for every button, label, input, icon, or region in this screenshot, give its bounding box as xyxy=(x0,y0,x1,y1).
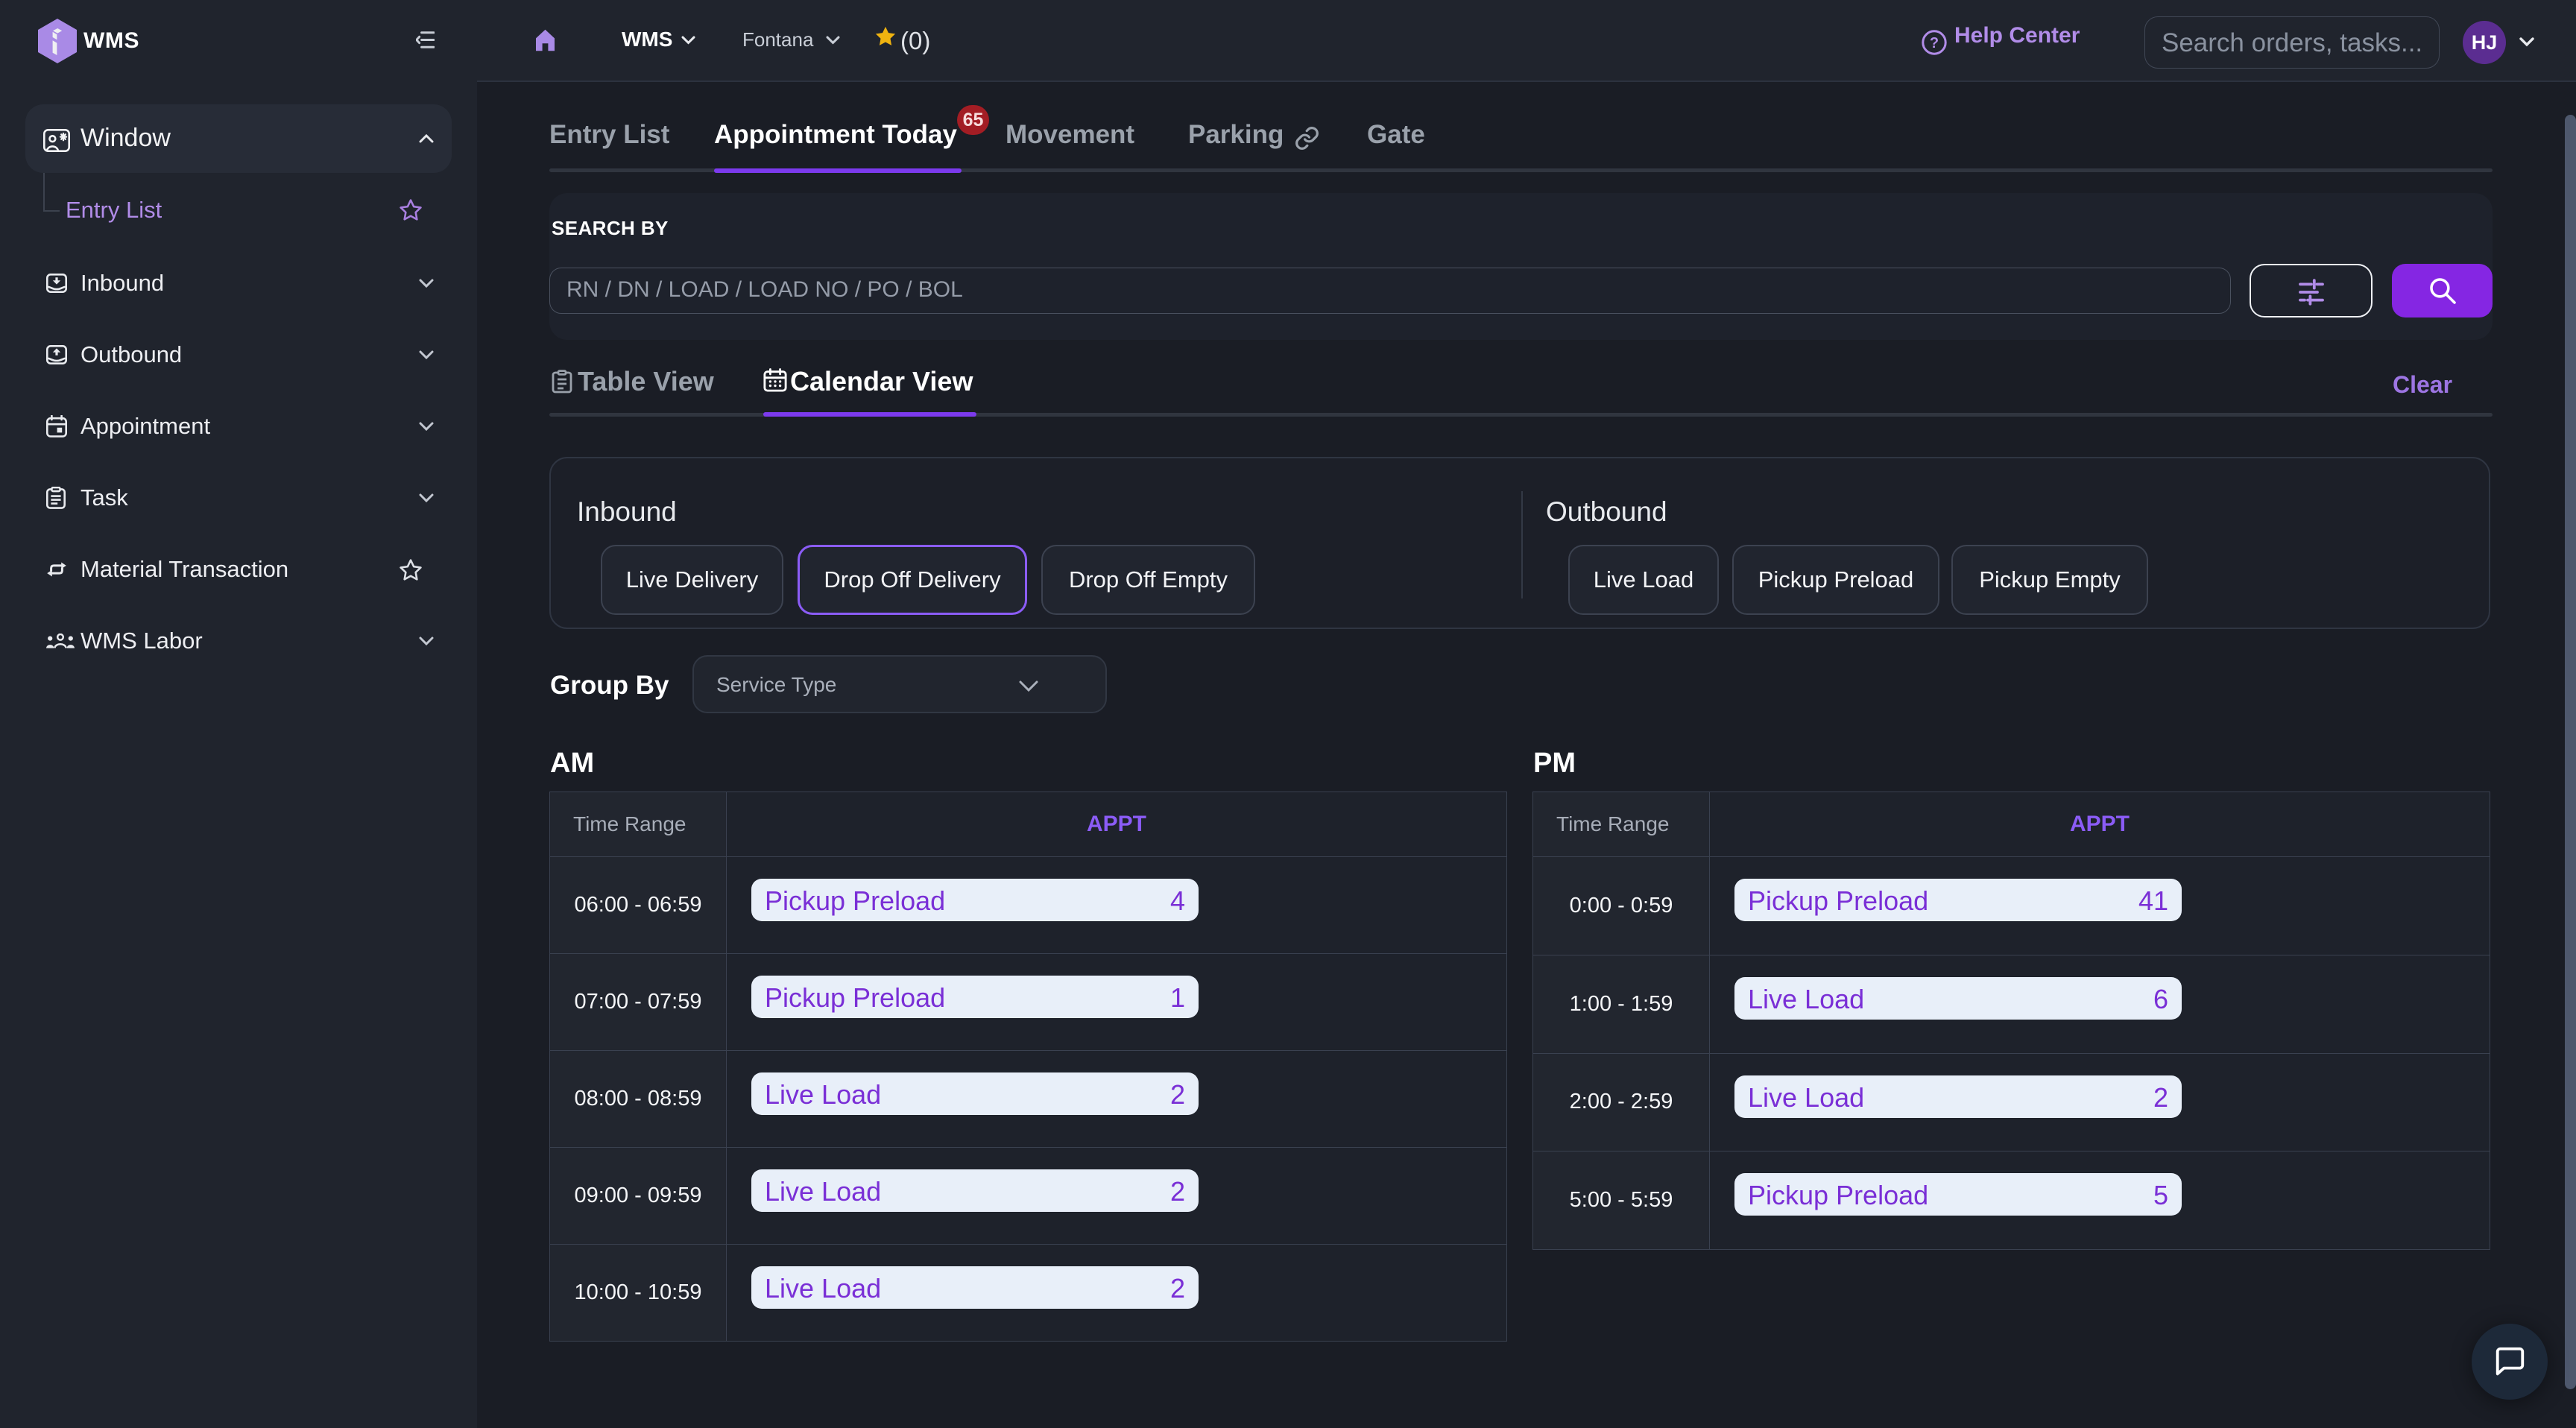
svg-text:?: ? xyxy=(1930,35,1939,51)
